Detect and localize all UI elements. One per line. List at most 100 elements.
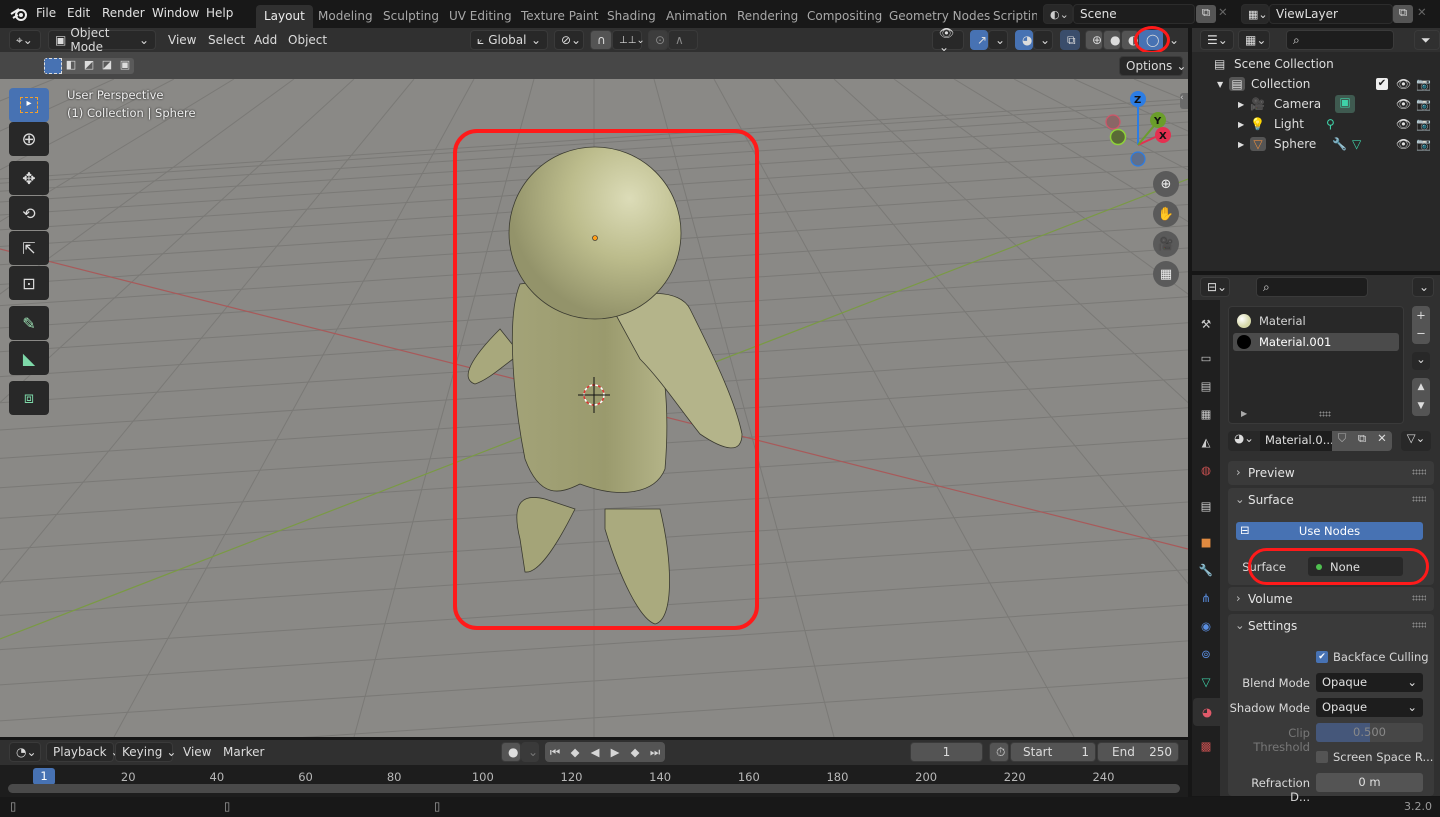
xray-toggle[interactable]: ⧉ xyxy=(1060,30,1080,50)
tab-view-layer[interactable]: ▦ xyxy=(1196,404,1216,424)
tab-render[interactable]: ▭ xyxy=(1196,348,1216,368)
material-slot-item[interactable]: Material xyxy=(1237,314,1306,328)
menu-window[interactable]: Window xyxy=(152,6,199,20)
timeline-scrollbar[interactable] xyxy=(8,784,1180,793)
tab-compositing[interactable]: Compositing xyxy=(799,5,890,28)
editor-type-button[interactable]: ⌖⌄ xyxy=(9,30,41,50)
tab-material[interactable]: ◕ xyxy=(1193,698,1221,726)
outliner-row-camera[interactable]: ▶ 🎥 Camera ▣ 👁 📷 xyxy=(1192,94,1440,114)
add-slot-icon[interactable]: + xyxy=(1412,306,1430,324)
modifier-wrench-icon[interactable]: 🔧 xyxy=(1332,137,1347,151)
outliner-row-collection[interactable]: ▼ ▤ Collection ✔ 👁 📷 xyxy=(1192,74,1440,94)
link-dropdown[interactable]: ▽⌄ xyxy=(1401,431,1431,451)
tab-constraints[interactable]: ⊚ xyxy=(1196,644,1216,664)
proportional-falloff-dropdown[interactable]: ∧ xyxy=(668,30,698,50)
sidebar-toggle[interactable]: ‹ xyxy=(1180,93,1188,109)
expand-arrow-icon[interactable]: ▶ xyxy=(1238,120,1250,129)
tab-particles[interactable]: ⋔ xyxy=(1196,588,1216,608)
camera-data-icon[interactable]: ▣ xyxy=(1335,95,1355,113)
material-slot-item-selected[interactable]: Material.001 xyxy=(1233,333,1399,351)
fake-user-shield-icon[interactable]: ⛉ xyxy=(1332,431,1352,451)
snap-target-dropdown[interactable]: ⊥⊥⌄ xyxy=(612,30,645,50)
jump-end-icon[interactable]: ⏭ xyxy=(645,745,665,760)
overlays-toggle[interactable]: ◕ xyxy=(1015,30,1033,50)
gizmo-neg-x[interactable] xyxy=(1105,114,1121,130)
timeline-body[interactable]: 1 20 40 60 80 100 120 140 160 180 200 220 240 xyxy=(0,765,1188,797)
shading-wireframe-button[interactable]: ⊕ xyxy=(1085,30,1103,50)
tool-measure[interactable]: ◣ xyxy=(9,341,49,375)
material-name-field[interactable]: Material.0... xyxy=(1260,431,1334,451)
timeline-menu-view[interactable]: View xyxy=(183,745,211,759)
pivot-point-dropdown[interactable]: ⊘⌄ xyxy=(554,30,584,50)
tool-rotate[interactable]: ⟲ xyxy=(9,196,49,230)
slot-specials-dropdown[interactable]: ⌄ xyxy=(1412,352,1430,370)
snap-toggle[interactable]: ∩ xyxy=(590,30,612,50)
view-layer-selector-button[interactable]: ▦⌄ xyxy=(1241,4,1269,24)
render-camera-icon[interactable]: 📷 xyxy=(1416,77,1431,91)
tab-collection[interactable]: ▤ xyxy=(1196,496,1216,516)
delete-scene-icon[interactable]: ✕ xyxy=(1218,5,1228,19)
play-reverse-icon[interactable]: ◀ xyxy=(585,745,605,759)
proportional-edit-toggle[interactable]: ⊙ xyxy=(648,30,668,50)
tool-scale[interactable]: ⇱ xyxy=(9,231,49,265)
panel-surface-title[interactable]: Surface xyxy=(1248,493,1294,507)
options-dropdown[interactable]: Options ⌄ xyxy=(1119,56,1186,76)
drag-handle-icon[interactable] xyxy=(1412,622,1426,628)
tab-shading[interactable]: Shading xyxy=(599,5,664,28)
properties-search-input[interactable]: ⌕ xyxy=(1256,277,1368,297)
overlays-dropdown[interactable]: ⌄ xyxy=(1033,30,1053,50)
tab-modifiers[interactable]: 🔧 xyxy=(1196,560,1216,580)
resize-grip-icon[interactable] xyxy=(1319,411,1331,417)
end-frame-field[interactable]: End 250 xyxy=(1097,742,1179,762)
visibility-eye-icon[interactable]: 👁 xyxy=(1396,137,1411,151)
gizmo-dropdown[interactable]: ⌄ xyxy=(988,30,1008,50)
chevron-down-icon[interactable]: ⌄ xyxy=(1235,492,1245,506)
delete-view-layer-icon[interactable]: ✕ xyxy=(1417,5,1427,19)
tab-modeling[interactable]: Modeling xyxy=(310,5,381,28)
unlink-material-icon[interactable]: ✕ xyxy=(1372,431,1392,451)
tool-transform[interactable]: ⊡ xyxy=(9,266,49,300)
collection-exclude-checkbox[interactable]: ✔ xyxy=(1376,78,1388,90)
properties-options-dropdown[interactable]: ⌄ xyxy=(1412,277,1434,297)
current-frame-field[interactable]: 1 xyxy=(910,742,983,762)
shadow-mode-dropdown[interactable]: Opaque ⌄ xyxy=(1316,698,1423,717)
tab-uv-editing[interactable]: UV Editing xyxy=(441,5,520,28)
tab-tool[interactable]: ⚒ xyxy=(1196,314,1216,334)
tab-layout[interactable]: Layout xyxy=(256,5,313,28)
tab-scripting[interactable]: Scripting xyxy=(985,5,1037,28)
gizmo-toggle[interactable]: ↗ xyxy=(970,30,988,50)
menu-help[interactable]: Help xyxy=(206,6,233,20)
keying-dropdown[interactable]: Keying ⌄ xyxy=(115,742,176,762)
menu-select[interactable]: Select xyxy=(208,33,245,47)
tab-world[interactable]: ◍ xyxy=(1196,460,1216,480)
tool-cursor[interactable]: ⊕ xyxy=(9,122,49,156)
visibility-dropdown[interactable]: 👁⌄ xyxy=(932,26,964,54)
chevron-down-icon[interactable]: ⌄ xyxy=(1235,618,1245,632)
visibility-eye-icon[interactable]: 👁 xyxy=(1396,117,1411,131)
expand-arrow-icon[interactable]: ▼ xyxy=(1217,80,1229,89)
outliner-row-scene-collection[interactable]: ▤ Scene Collection xyxy=(1192,54,1440,74)
drag-handle-icon[interactable] xyxy=(1412,595,1426,601)
outliner-editor-type-button[interactable]: ☰⌄ xyxy=(1200,30,1234,50)
drag-handle-icon[interactable] xyxy=(1412,496,1426,502)
menu-object[interactable]: Object xyxy=(288,33,327,47)
select-new-icon[interactable] xyxy=(44,58,62,74)
tab-geometry-nodes[interactable]: Geometry Nodes xyxy=(881,5,998,28)
menu-render[interactable]: Render xyxy=(102,6,145,20)
new-scene-icon[interactable]: ⧉ xyxy=(1196,5,1216,23)
tool-move[interactable]: ✥ xyxy=(9,161,49,195)
screen-space-refraction-checkbox[interactable]: Screen Space R... xyxy=(1316,750,1433,764)
select-extend-icon[interactable]: ◧ xyxy=(62,58,80,74)
backface-culling-checkbox[interactable]: ✔ Backface Culling xyxy=(1316,650,1429,664)
keying-set-dropdown[interactable]: ⌄ xyxy=(521,742,539,762)
tool-select-box[interactable]: ▸ xyxy=(9,88,49,122)
visibility-eye-icon[interactable]: 👁 xyxy=(1396,77,1411,91)
zoom-view-button[interactable]: ⊕ xyxy=(1153,171,1179,197)
auto-keying-toggle[interactable]: ● xyxy=(501,742,521,762)
play-icon[interactable]: ▶ xyxy=(605,745,625,759)
outliner-search-input[interactable]: ⌕ xyxy=(1286,30,1394,50)
mesh-data-icon[interactable]: ▽ xyxy=(1352,137,1361,151)
transform-orientation-dropdown[interactable]: ⟀ Global ⌄ xyxy=(470,30,548,50)
gizmo-neg-z[interactable] xyxy=(1130,151,1146,167)
render-camera-icon[interactable]: 📷 xyxy=(1416,117,1431,131)
